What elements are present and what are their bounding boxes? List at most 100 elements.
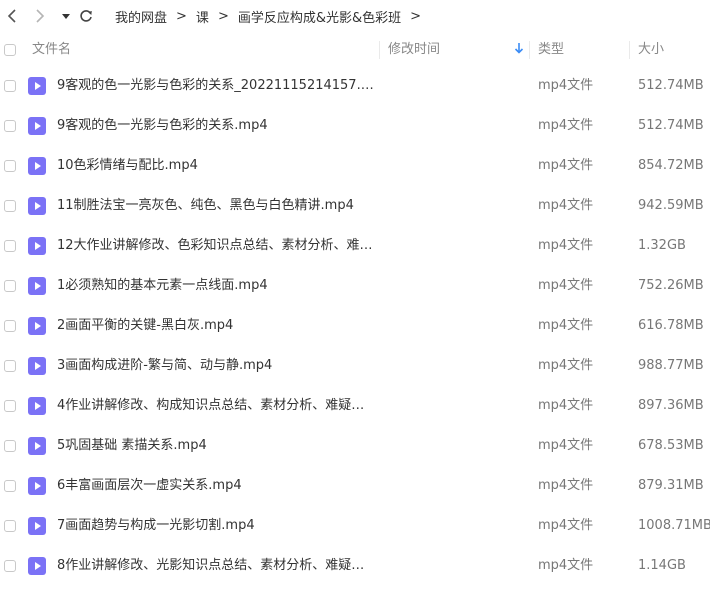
back-button[interactable]: [2, 6, 22, 26]
file-size: 1.14GB: [638, 558, 686, 573]
select-all-checkbox[interactable]: [4, 44, 16, 56]
file-row[interactable]: 9客观的色一光影与色彩的关系.mp4 mp4文件 512.74MB: [0, 106, 710, 146]
video-file-icon: [28, 277, 46, 295]
file-name[interactable]: 10色彩情绪与配比.mp4: [57, 146, 377, 186]
row-checkbox[interactable]: [4, 360, 16, 372]
row-checkbox[interactable]: [4, 520, 16, 532]
file-type: mp4文件: [538, 198, 594, 213]
breadcrumb-separator: >: [410, 8, 422, 24]
file-row[interactable]: 5巩固基础 素描关系.mp4 mp4文件 678.53MB: [0, 426, 710, 466]
video-file-icon: [28, 437, 46, 455]
breadcrumb-item-root[interactable]: 我的网盘: [115, 7, 167, 26]
sort-indicator[interactable]: [514, 36, 524, 66]
file-name[interactable]: 9客观的色一光影与色彩的关系_20221115214157.mp4: [57, 66, 377, 106]
file-name[interactable]: 3画面构成进阶-繁与简、动与静.mp4: [57, 346, 377, 386]
video-file-icon: [28, 197, 46, 215]
file-size: 1008.71MB: [638, 518, 710, 533]
file-size: 1.32GB: [638, 238, 686, 253]
file-size: 512.74MB: [638, 118, 704, 133]
file-type: mp4文件: [538, 318, 594, 333]
file-size: 988.77MB: [638, 358, 704, 373]
file-list-header: 文件名 修改时间 类型 大小: [0, 35, 710, 65]
refresh-icon: [80, 10, 92, 22]
row-checkbox[interactable]: [4, 280, 16, 292]
row-checkbox[interactable]: [4, 160, 16, 172]
file-name[interactable]: 4作业讲解修改、构成知识点总结、素材分析、难疑解答....: [57, 386, 377, 426]
file-name[interactable]: 9客观的色一光影与色彩的关系.mp4: [57, 106, 377, 146]
file-size: 854.72MB: [638, 158, 704, 173]
chevron-left-icon: [7, 9, 16, 23]
column-divider[interactable]: [379, 41, 380, 59]
row-checkbox[interactable]: [4, 480, 16, 492]
file-name[interactable]: 1必须熟知的基本元素一点线面.mp4: [57, 266, 377, 306]
file-row[interactable]: 11制胜法宝一亮灰色、纯色、黑色与白色精讲.mp4 mp4文件 942.59MB: [0, 186, 710, 226]
file-name[interactable]: 11制胜法宝一亮灰色、纯色、黑色与白色精讲.mp4: [57, 186, 377, 226]
file-row[interactable]: 8作业讲解修改、光影知识点总结、素材分析、难疑解答.... mp4文件 1.14GB: [0, 546, 710, 586]
column-header-modified[interactable]: 修改时间: [388, 35, 440, 65]
breadcrumb-item-current[interactable]: 画学反应构成&光影&色彩班: [238, 7, 401, 26]
file-type: mp4文件: [538, 438, 594, 453]
file-type: mp4文件: [538, 158, 594, 173]
file-row[interactable]: 4作业讲解修改、构成知识点总结、素材分析、难疑解答.... mp4文件 897.36…: [0, 386, 710, 426]
file-row[interactable]: 12大作业讲解修改、色彩知识点总结、素材分析、难疑解... mp4文件 1.32GB: [0, 226, 710, 266]
file-size: 879.31MB: [638, 478, 704, 493]
file-name[interactable]: 8作业讲解修改、光影知识点总结、素材分析、难疑解答....: [57, 546, 377, 586]
file-type: mp4文件: [538, 278, 594, 293]
video-file-icon: [28, 357, 46, 375]
breadcrumb-item-course[interactable]: 课: [196, 7, 209, 26]
file-type: mp4文件: [538, 518, 594, 533]
file-type: mp4文件: [538, 558, 594, 573]
file-type: mp4文件: [538, 78, 594, 93]
file-name[interactable]: 6丰富画面层次一虚实关系.mp4: [57, 466, 377, 506]
file-type: mp4文件: [538, 398, 594, 413]
refresh-button[interactable]: [76, 6, 96, 26]
file-size: 942.59MB: [638, 198, 704, 213]
row-checkbox[interactable]: [4, 320, 16, 332]
video-file-icon: [28, 317, 46, 335]
column-header-size[interactable]: 大小: [638, 35, 664, 65]
video-file-icon: [28, 157, 46, 175]
file-type: mp4文件: [538, 478, 594, 493]
column-divider[interactable]: [529, 41, 530, 59]
chevron-right-icon: [36, 9, 45, 23]
file-type: mp4文件: [538, 118, 594, 133]
breadcrumb-separator: >: [217, 8, 229, 24]
video-file-icon: [28, 477, 46, 495]
file-row[interactable]: 9客观的色一光影与色彩的关系_20221115214157.mp4 mp4文件 51…: [0, 66, 710, 106]
row-checkbox[interactable]: [4, 80, 16, 92]
video-file-icon: [28, 397, 46, 415]
row-checkbox[interactable]: [4, 240, 16, 252]
file-size: 616.78MB: [638, 318, 704, 333]
file-name[interactable]: 12大作业讲解修改、色彩知识点总结、素材分析、难疑解...: [57, 226, 377, 266]
column-header-type[interactable]: 类型: [538, 35, 564, 65]
caret-down-icon: [62, 14, 70, 19]
file-row[interactable]: 3画面构成进阶-繁与简、动与静.mp4 mp4文件 988.77MB: [0, 346, 710, 386]
row-checkbox[interactable]: [4, 120, 16, 132]
toolbar: 我的网盘 > 课 > 画学反应构成&光影&色彩班 >: [0, 0, 710, 33]
row-checkbox[interactable]: [4, 560, 16, 572]
column-header-name[interactable]: 文件名: [32, 35, 71, 65]
history-dropdown-button[interactable]: [56, 6, 76, 26]
row-checkbox[interactable]: [4, 400, 16, 412]
video-file-icon: [28, 237, 46, 255]
file-row[interactable]: 1必须熟知的基本元素一点线面.mp4 mp4文件 752.26MB: [0, 266, 710, 306]
file-size: 897.36MB: [638, 398, 704, 413]
file-name[interactable]: 2画面平衡的关键-黑白灰.mp4: [57, 306, 377, 346]
file-type: mp4文件: [538, 238, 594, 253]
file-name[interactable]: 5巩固基础 素描关系.mp4: [57, 426, 377, 466]
file-size: 512.74MB: [638, 78, 704, 93]
file-name[interactable]: 7画面趋势与构成一光影切割.mp4: [57, 506, 377, 546]
forward-button[interactable]: [30, 6, 50, 26]
arrow-down-icon: [514, 43, 524, 54]
column-divider[interactable]: [629, 41, 630, 59]
file-row[interactable]: 7画面趋势与构成一光影切割.mp4 mp4文件 1008.71MB: [0, 506, 710, 546]
file-row[interactable]: 2画面平衡的关键-黑白灰.mp4 mp4文件 616.78MB: [0, 306, 710, 346]
row-checkbox[interactable]: [4, 200, 16, 212]
video-file-icon: [28, 517, 46, 535]
breadcrumb: 我的网盘 > 课 > 画学反应构成&光影&色彩班 >: [115, 7, 430, 26]
video-file-icon: [28, 557, 46, 575]
file-row[interactable]: 10色彩情绪与配比.mp4 mp4文件 854.72MB: [0, 146, 710, 186]
file-row[interactable]: 6丰富画面层次一虚实关系.mp4 mp4文件 879.31MB: [0, 466, 710, 506]
row-checkbox[interactable]: [4, 440, 16, 452]
breadcrumb-separator: >: [176, 8, 187, 24]
